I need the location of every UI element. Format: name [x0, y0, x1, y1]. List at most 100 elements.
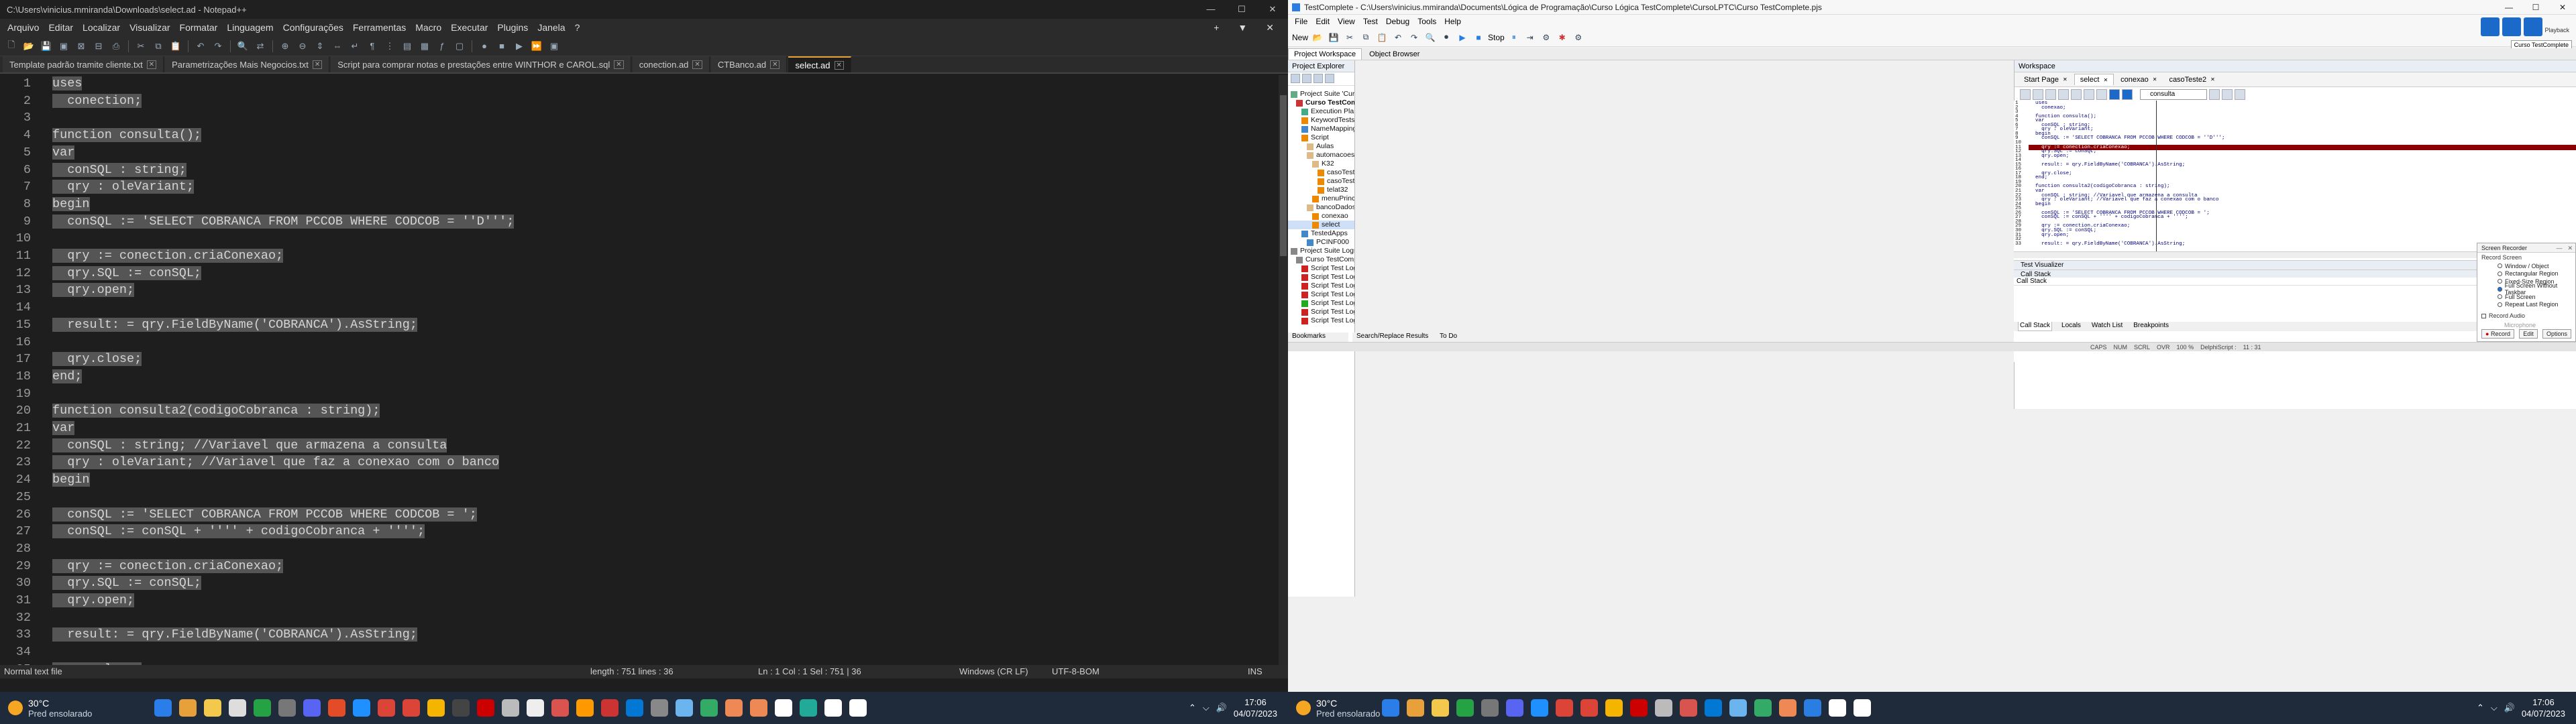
menu-item[interactable]: Configurações — [278, 22, 348, 33]
testcomplete-icon[interactable] — [1804, 699, 1821, 717]
recorder-option[interactable]: Repeat Last Region — [2477, 301, 2575, 309]
app-icon[interactable] — [477, 699, 494, 717]
app-icon[interactable] — [1531, 699, 1548, 717]
menu-item[interactable]: Edit — [1311, 17, 1334, 26]
close-tab-icon[interactable]: ✕ — [2153, 76, 2157, 82]
pe-tool-icon[interactable] — [1291, 74, 1300, 83]
save-icon[interactable]: 💾 — [1327, 31, 1340, 44]
app-icon[interactable] — [1680, 699, 1697, 717]
ws-tool-icon[interactable] — [2209, 88, 2220, 100]
tree-node[interactable]: TestedApps — [1288, 229, 1354, 238]
stop-macro-icon[interactable]: ■ — [494, 39, 509, 54]
close-tab-icon[interactable]: ✕ — [2063, 76, 2068, 82]
app-icon[interactable] — [576, 699, 594, 717]
pause-icon[interactable]: ⏸ — [1507, 31, 1521, 44]
start-icon[interactable] — [154, 699, 172, 717]
tree-node[interactable]: Project Suite Logs — [1288, 247, 1354, 255]
menu-item[interactable]: View — [1334, 17, 1359, 26]
menu-item[interactable]: Linguagem — [222, 22, 278, 33]
maximize-button[interactable]: ☐ — [2522, 3, 2549, 12]
tree-node[interactable]: Script Test Log [conexao\criaCo — [1288, 299, 1354, 308]
tree-node[interactable]: Script Test Log [select\consulta] — [1288, 308, 1354, 316]
app-icon[interactable] — [824, 699, 842, 717]
app-icon[interactable] — [527, 699, 544, 717]
close-file-icon[interactable]: ⊠ — [74, 39, 89, 54]
new-file-icon[interactable]: 🗋 — [4, 39, 19, 54]
app-icon[interactable] — [1754, 699, 1772, 717]
record-audio-checkbox[interactable] — [2481, 313, 2486, 318]
npp-editor[interactable]: 1 uses 2 conection; 3 4 function consulta(); 5… — [0, 75, 1288, 665]
recorder-option[interactable]: Full Screen Without Taskbar — [2477, 282, 2575, 296]
tree-node[interactable]: K32 — [1288, 160, 1354, 168]
tab-list-icon[interactable]: ▼ — [1233, 22, 1252, 34]
explorer-icon[interactable] — [1432, 699, 1449, 717]
find-icon[interactable]: 🔍 — [235, 39, 250, 54]
app-icon[interactable] — [502, 699, 519, 717]
ws-tool-icon[interactable] — [2222, 88, 2233, 100]
sync-vertical-icon[interactable]: ⇕ — [313, 39, 327, 54]
show-all-chars-icon[interactable]: ¶ — [365, 39, 380, 54]
app-icon[interactable] — [1779, 699, 1796, 717]
cut-icon[interactable]: ✂ — [1343, 31, 1356, 44]
ws-tool-icon[interactable] — [2235, 88, 2245, 100]
close-tab-icon[interactable]: ✕ — [770, 60, 780, 69]
new-tab-icon[interactable]: + — [1209, 22, 1224, 34]
chrome-icon[interactable] — [378, 699, 395, 717]
close-tab-icon[interactable]: ✕ — [614, 60, 624, 69]
stop-icon[interactable]: ■ — [1472, 31, 1485, 44]
tab-watch-list[interactable]: Watch List — [2090, 322, 2124, 331]
edit-button[interactable]: Edit — [2519, 329, 2538, 339]
app-icon[interactable] — [278, 699, 296, 717]
menu-item[interactable]: Executar — [446, 22, 492, 33]
editor-tab[interactable]: Start Page ✕ — [2019, 74, 2073, 85]
run-icon[interactable]: ▶ — [1456, 31, 1469, 44]
app-icon[interactable] — [328, 699, 345, 717]
play-icon[interactable] — [2524, 17, 2542, 36]
minimize-button[interactable]: — — [2496, 3, 2522, 12]
microphone-select[interactable]: Microphone — [2477, 320, 2575, 330]
close-button[interactable]: ✕ — [2549, 3, 2576, 12]
tab-breakpoints[interactable]: Breakpoints — [2132, 322, 2170, 331]
file-tab[interactable]: Parametrizações Mais Negocios.txt ✕ — [165, 56, 330, 72]
whatsapp-icon[interactable] — [1456, 699, 1474, 717]
cut-icon[interactable]: ✂ — [133, 39, 148, 54]
app-icon[interactable] — [700, 699, 718, 717]
tree-node[interactable]: Script Test Log [select\consulta] — [1288, 264, 1354, 273]
ws-tool-icon[interactable] — [2096, 88, 2107, 100]
app-icon[interactable] — [1729, 699, 1747, 717]
app-icon[interactable] — [1655, 699, 1672, 717]
tree-node[interactable]: bancoDados — [1288, 203, 1354, 212]
menu-item[interactable]: Formatar — [175, 22, 223, 33]
chrome-icon[interactable] — [1556, 699, 1573, 717]
zoom-out-icon[interactable]: ⊖ — [295, 39, 310, 54]
close-tab-icon[interactable]: ✕ — [2210, 76, 2215, 82]
close-icon[interactable]: ✕ — [2567, 243, 2573, 252]
app-icon[interactable] — [651, 699, 668, 717]
find-icon[interactable]: 🔍 — [1424, 31, 1437, 44]
pe-tool-icon[interactable] — [1313, 74, 1323, 83]
app-icon[interactable] — [750, 699, 767, 717]
editor-tab[interactable]: conexao ✕ — [2115, 74, 2162, 85]
recorder-option[interactable]: Window / Object — [2477, 262, 2575, 270]
new-button[interactable]: New — [1292, 33, 1308, 42]
save-icon[interactable]: 💾 — [39, 39, 54, 54]
radio-button[interactable] — [2498, 271, 2502, 276]
record-icon[interactable]: ⏺ — [1440, 31, 1453, 44]
clock[interactable]: 17:06 04/07/2023 — [1234, 697, 1277, 719]
ws-tool-icon[interactable] — [2058, 88, 2069, 100]
tree-node[interactable]: casoTeste2 — [1288, 177, 1354, 186]
camera-icon[interactable] — [2481, 17, 2500, 36]
app-icon[interactable] — [1630, 699, 1648, 717]
app-icon[interactable] — [1481, 699, 1499, 717]
volume-icon[interactable]: 🔊 — [1216, 703, 1227, 713]
replace-icon[interactable]: ⇄ — [253, 39, 268, 54]
menu-item[interactable]: Test — [1359, 17, 1382, 26]
function-list-icon[interactable]: ƒ — [435, 39, 449, 54]
close-tab-icon[interactable]: ✕ — [1261, 22, 1279, 34]
chevron-up-icon[interactable]: ⌃ — [2477, 703, 2484, 713]
lang-icon[interactable]: ▤ — [400, 39, 415, 54]
tree-node[interactable]: menuPrincipal — [1288, 194, 1354, 203]
file-tab[interactable]: Script para comprar notas e prestações e… — [331, 56, 631, 72]
tree-node[interactable]: Script Test Log [select\consulta] — [1288, 273, 1354, 282]
word-wrap-icon[interactable]: ↵ — [347, 39, 362, 54]
